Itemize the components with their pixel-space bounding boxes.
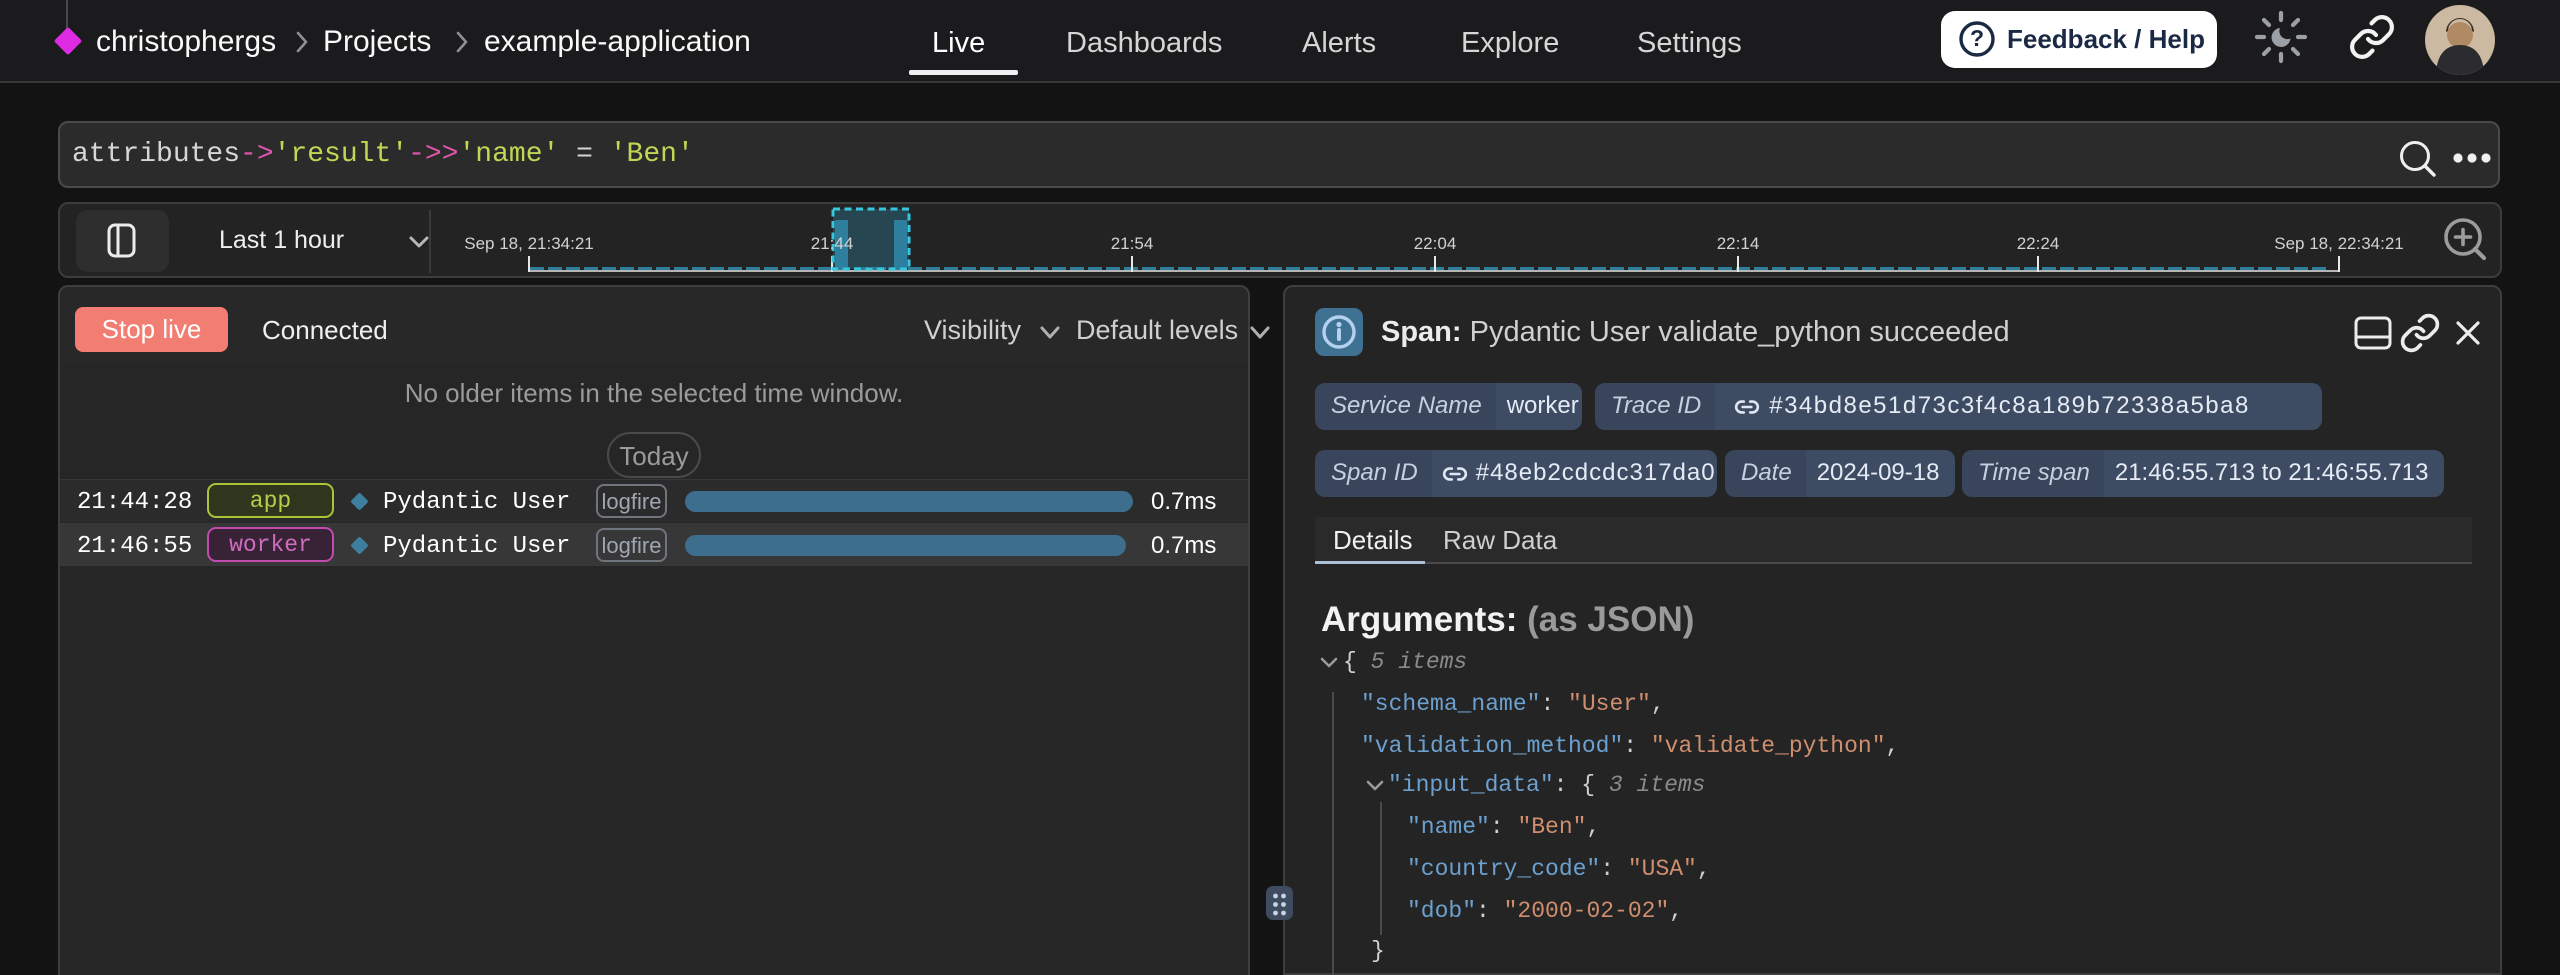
- svg-text:?: ?: [1970, 25, 1984, 51]
